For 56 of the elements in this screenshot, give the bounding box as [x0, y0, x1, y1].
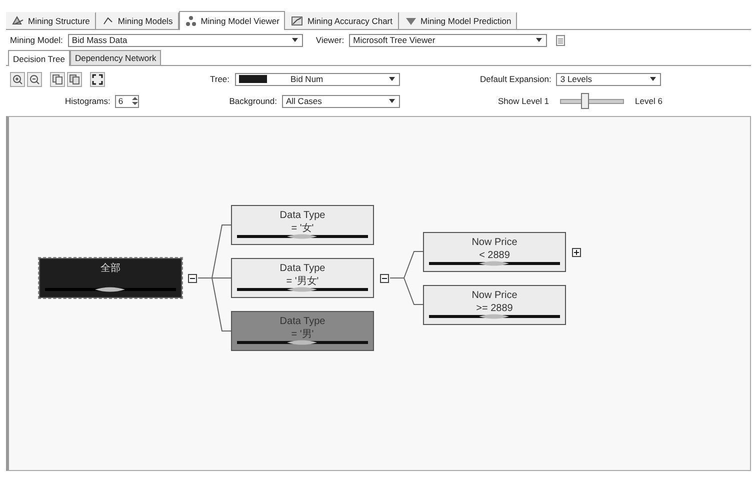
viewer-tab[interactable]: Dependency Network — [70, 50, 162, 65]
show-level-label: Show Level 1 — [498, 96, 550, 106]
chart-icon — [291, 15, 304, 27]
histograms-spinner[interactable]: 6 — [115, 94, 140, 108]
caret-icon — [389, 98, 395, 102]
slider-thumb[interactable] — [580, 93, 589, 109]
caret-icon — [536, 38, 542, 42]
designer-tab[interactable]: Mining Structure — [6, 12, 96, 29]
node-condition: = '男女' — [286, 276, 319, 288]
model-dropdown[interactable]: Bid Mass Data — [68, 34, 303, 46]
viewer-tab[interactable]: Decision Tree — [8, 50, 70, 66]
tree-label: Tree: — [210, 74, 230, 84]
designer-tab[interactable]: Mining Model Viewer — [178, 11, 286, 30]
designer-tab[interactable]: Mining Accuracy Chart — [285, 12, 398, 29]
expand-toggle[interactable] — [572, 248, 581, 256]
designer-tab[interactable]: Mining Models — [96, 12, 179, 29]
viewer-dropdown[interactable]: Microsoft Tree Viewer — [349, 34, 548, 46]
node-title: Data Type — [280, 210, 326, 222]
viewer-label: Viewer: — [316, 35, 344, 45]
level-end-label: Level 6 — [635, 96, 662, 106]
collapse-toggle[interactable] — [380, 274, 389, 283]
fit-to-screen-button[interactable] — [90, 72, 105, 86]
expansion-dropdown[interactable]: 3 Levels — [556, 72, 662, 86]
caret-icon — [650, 76, 656, 80]
node-condition: = '男' — [291, 329, 314, 341]
node-condition: = '女' — [291, 223, 314, 235]
tree-node[interactable]: Now Price < 2889 — [423, 232, 566, 272]
tree-node[interactable]: Data Type = '男' — [231, 311, 374, 351]
node-title: Now Price — [472, 236, 518, 248]
background-label: Background: — [229, 96, 277, 106]
zoom-in-button[interactable] — [10, 72, 25, 86]
tree-node[interactable]: Data Type = '女' — [231, 205, 374, 245]
color-swatch — [238, 75, 267, 83]
node-title: Data Type — [280, 263, 326, 275]
expansion-label: Default Expansion: — [480, 74, 552, 84]
collapse-toggle[interactable] — [188, 274, 197, 283]
copy-button[interactable] — [67, 72, 82, 86]
node-condition: >= 2889 — [476, 302, 513, 314]
tree-node[interactable]: Now Price >= 2889 — [423, 284, 566, 324]
background-dropdown[interactable]: All Cases — [282, 94, 400, 108]
node-title: Data Type — [280, 316, 326, 328]
designer-tab[interactable]: Mining Model Prediction — [398, 12, 518, 29]
caret-icon — [292, 38, 298, 42]
node-title: Now Price — [472, 290, 518, 302]
node-title: 全部 — [100, 263, 120, 275]
zoom-out-button[interactable] — [27, 72, 42, 86]
model-label: Mining Model: — [10, 35, 63, 45]
tree-node[interactable]: Data Type = '男女' — [231, 258, 374, 298]
tree-dropdown[interactable]: Bid Num — [234, 72, 400, 86]
node-condition: < 2889 — [479, 250, 510, 262]
connector-line — [390, 278, 424, 305]
caret-icon — [389, 76, 395, 80]
copy-button[interactable] — [50, 72, 65, 86]
tree-node[interactable]: 全部 — [39, 258, 182, 298]
histograms-label: Histograms: — [65, 96, 110, 106]
document-icon[interactable] — [556, 34, 566, 46]
